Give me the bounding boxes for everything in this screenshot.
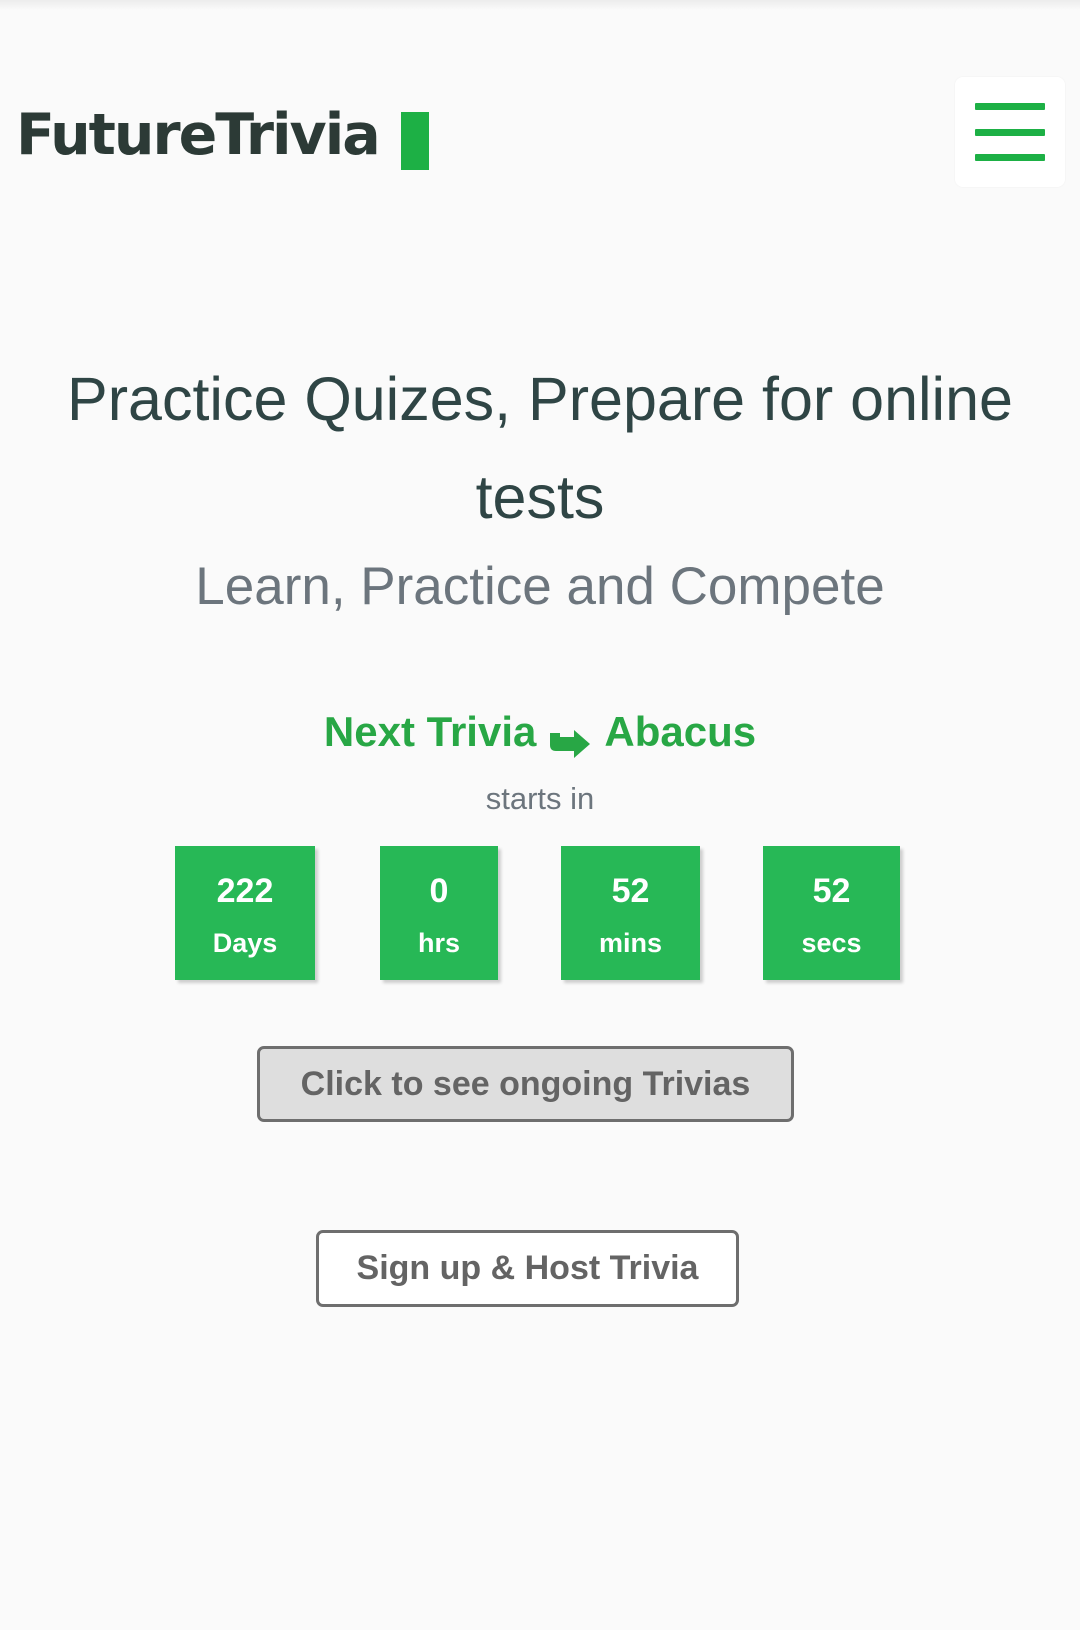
countdown-hrs-unit: hrs: [417, 928, 461, 958]
countdown-hrs: 0 hrs: [380, 846, 498, 980]
hamburger-menu-icon: [975, 103, 1045, 161]
countdown-mins: 52 mins: [561, 846, 700, 980]
menu-button[interactable]: [955, 77, 1065, 187]
share-arrow-icon: [548, 716, 592, 758]
starts-in-label: starts in: [485, 781, 595, 816]
site-header: FutureTrivia: [0, 0, 1080, 220]
countdown-mins-value: 52: [611, 872, 650, 910]
hero-title-line2: tests: [475, 463, 605, 531]
next-trivia-heading: Next Trivia Abacus: [0, 703, 1080, 761]
countdown-days-value: 222: [216, 872, 274, 910]
signup-host-button[interactable]: Sign up & Host Trivia: [316, 1230, 739, 1307]
hero-title-line1: Practice Quizes, Prepare for online: [67, 365, 1013, 433]
hero-title: Practice Quizes, Prepare for online test…: [0, 350, 1080, 546]
countdown-secs-unit: secs: [801, 928, 862, 958]
logo-text: FutureTrivia: [16, 101, 381, 168]
logo[interactable]: FutureTrivia: [16, 100, 429, 170]
next-trivia-name: Abacus: [604, 708, 757, 755]
countdown-secs: 52 secs: [763, 846, 900, 980]
countdown-mins-unit: mins: [598, 928, 663, 958]
hero-subtitle: Learn, Practice and Compete: [195, 557, 885, 616]
ongoing-trivias-button[interactable]: Click to see ongoing Trivias: [257, 1046, 794, 1122]
countdown-days: 222 Days: [175, 846, 315, 980]
next-trivia-label: Next Trivia: [323, 708, 537, 755]
countdown-days-unit: Days: [212, 928, 278, 958]
countdown-hrs-value: 0: [429, 872, 449, 910]
logo-cursor-icon: [400, 112, 429, 170]
countdown-secs-value: 52: [812, 872, 851, 910]
